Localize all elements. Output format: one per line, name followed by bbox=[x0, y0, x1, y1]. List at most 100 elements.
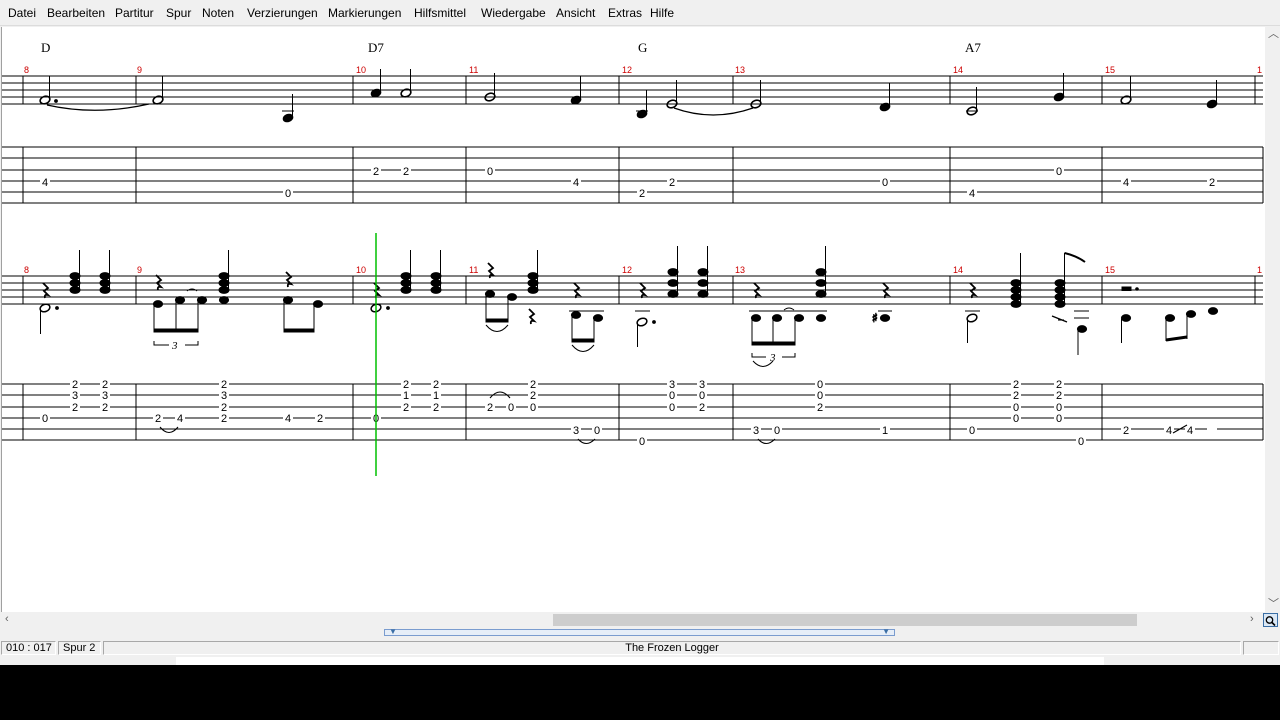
fret-number: 0 bbox=[882, 177, 888, 189]
menu-spur[interactable]: Spur bbox=[166, 6, 191, 20]
measure-number: 13 bbox=[735, 65, 745, 75]
staff-1 bbox=[2, 75, 1263, 105]
chord-label: D bbox=[41, 40, 50, 55]
chord-label: G bbox=[638, 40, 647, 55]
scroll-right-icon[interactable]: › bbox=[1250, 614, 1254, 625]
fret-number: 4 bbox=[1187, 425, 1193, 437]
horizontal-scrollbar[interactable]: ‹ › bbox=[0, 612, 1262, 627]
measure-number: 12 bbox=[622, 265, 632, 275]
measure-number: 15 bbox=[1105, 265, 1115, 275]
menu-ansicht[interactable]: Ansicht bbox=[556, 6, 595, 20]
fret-number: 2 bbox=[639, 188, 645, 200]
fret-number: 2 bbox=[817, 402, 823, 414]
fret-number: 3 bbox=[72, 390, 78, 402]
fret-number: 2 bbox=[699, 402, 705, 414]
measure-number: 9 bbox=[137, 265, 142, 275]
scroll-down-icon[interactable]: ﹀ bbox=[1268, 599, 1279, 610]
horizontal-scroll-thumb[interactable] bbox=[553, 614, 1137, 626]
menu-partitur[interactable]: Partitur bbox=[115, 6, 154, 20]
measure-number: 15 bbox=[1105, 65, 1115, 75]
measure-number: 10 bbox=[356, 265, 366, 275]
measure-number: 9 bbox=[137, 65, 142, 75]
fret-number: 1 bbox=[433, 390, 439, 402]
menu-wiedergabe[interactable]: Wiedergabe bbox=[481, 6, 546, 20]
menu-extras[interactable]: Extras bbox=[608, 6, 642, 20]
vertical-scrollbar[interactable]: ︿ ﹀ bbox=[1265, 27, 1280, 612]
chord-label: A7 bbox=[965, 40, 981, 55]
tab-frets-2: 2 3 2 0 2 3 2 2 4 2 3 2 2 4 2 0 2 1 2 bbox=[40, 379, 1217, 448]
measure-number: 11 bbox=[469, 265, 478, 275]
fret-number: 0 bbox=[1013, 413, 1019, 425]
fret-number: 3 bbox=[221, 390, 227, 402]
navigator-right-marker-icon: ▼ bbox=[882, 627, 890, 636]
fret-number: 2 bbox=[102, 402, 108, 414]
status-song-title: The Frozen Logger bbox=[103, 641, 1241, 655]
magnifier-icon bbox=[1265, 616, 1276, 627]
fret-number: 2 bbox=[669, 177, 675, 189]
zoom-button[interactable] bbox=[1263, 613, 1278, 627]
fret-number: 2 bbox=[72, 402, 78, 414]
tab-staff-1 bbox=[2, 146, 1264, 204]
svg-text:♯: ♯ bbox=[872, 311, 878, 325]
measure-number: 13 bbox=[735, 265, 745, 275]
fret-number: 0 bbox=[487, 166, 493, 178]
fret-number: 0 bbox=[285, 188, 291, 200]
fret-number: 3 bbox=[753, 425, 759, 437]
fret-number: 0 bbox=[669, 402, 675, 414]
fret-number: 4 bbox=[573, 177, 579, 189]
fret-number: 0 bbox=[969, 425, 975, 437]
measure-number: 14 bbox=[953, 65, 963, 75]
menu-hilfsmittel[interactable]: Hilfsmittel bbox=[414, 6, 466, 20]
menu-hilfe[interactable]: Hilfe bbox=[650, 6, 674, 20]
fret-number: 4 bbox=[969, 188, 975, 200]
scroll-left-icon[interactable]: ‹ bbox=[5, 614, 9, 625]
fret-number: 4 bbox=[1166, 425, 1172, 437]
menu-verzierungen[interactable]: Verzierungen bbox=[247, 6, 318, 20]
fret-number: 2 bbox=[487, 402, 493, 414]
menu-markierungen[interactable]: Markierungen bbox=[328, 6, 401, 20]
triplet-mark: 3 bbox=[171, 340, 178, 352]
tab-staff-2 bbox=[2, 383, 1264, 441]
fret-number: 1 bbox=[882, 425, 888, 437]
navigator-left-marker-icon: ▼ bbox=[389, 627, 397, 636]
fret-number: 2 bbox=[1013, 390, 1019, 402]
status-position: 010 : 017 bbox=[1, 641, 56, 655]
scroll-up-icon[interactable]: ︿ bbox=[1268, 29, 1279, 40]
status-bar: 010 : 017 Spur 2 The Frozen Logger bbox=[0, 640, 1280, 657]
fret-number: 0 bbox=[594, 425, 600, 437]
fret-number: 2 bbox=[221, 413, 227, 425]
chord-label: D7 bbox=[368, 40, 384, 55]
measure-number: 8 bbox=[24, 65, 29, 75]
window-strip bbox=[176, 657, 1104, 665]
tab-frets-1: 4 0 2 2 0 4 2 2 0 4 0 4 2 bbox=[40, 164, 1217, 200]
fret-number: 3 bbox=[102, 390, 108, 402]
menu-bearbeiten[interactable]: Bearbeiten bbox=[47, 6, 105, 20]
measure-number: 14 bbox=[953, 265, 963, 275]
measure-number: 11 bbox=[469, 65, 478, 75]
fret-number: 0 bbox=[42, 413, 48, 425]
menu-bar: Datei Bearbeiten Partitur Spur Noten Ver… bbox=[0, 0, 1280, 26]
menu-datei[interactable]: Datei bbox=[8, 6, 36, 20]
fret-number: 2 bbox=[1056, 390, 1062, 402]
fret-number: 0 bbox=[1078, 436, 1084, 448]
menu-noten[interactable]: Noten bbox=[202, 6, 234, 20]
fret-number: 2 bbox=[317, 413, 323, 425]
status-extra bbox=[1243, 641, 1279, 655]
measure-number: 10 bbox=[356, 65, 366, 75]
fret-number: 0 bbox=[530, 402, 536, 414]
score-view[interactable]: D D7 G A7 8 9 10 11 12 13 14 15 1 4 0 2 … bbox=[1, 27, 1266, 612]
status-track: Spur 2 bbox=[58, 641, 101, 655]
fret-number: 2 bbox=[373, 166, 379, 178]
fret-number: 0 bbox=[817, 390, 823, 402]
melody-notes bbox=[39, 69, 1218, 123]
fret-number: 0 bbox=[508, 402, 514, 414]
fret-number: 0 bbox=[774, 425, 780, 437]
track-navigator[interactable]: ▼ ▼ bbox=[384, 627, 895, 636]
fret-number: 1 bbox=[403, 390, 409, 402]
fret-number: 0 bbox=[669, 390, 675, 402]
fret-number: 2 bbox=[433, 402, 439, 414]
measure-number: 1 bbox=[1257, 65, 1262, 75]
measure-number: 12 bbox=[622, 65, 632, 75]
staff-2 bbox=[2, 275, 1263, 305]
measure-number: 8 bbox=[24, 265, 29, 275]
